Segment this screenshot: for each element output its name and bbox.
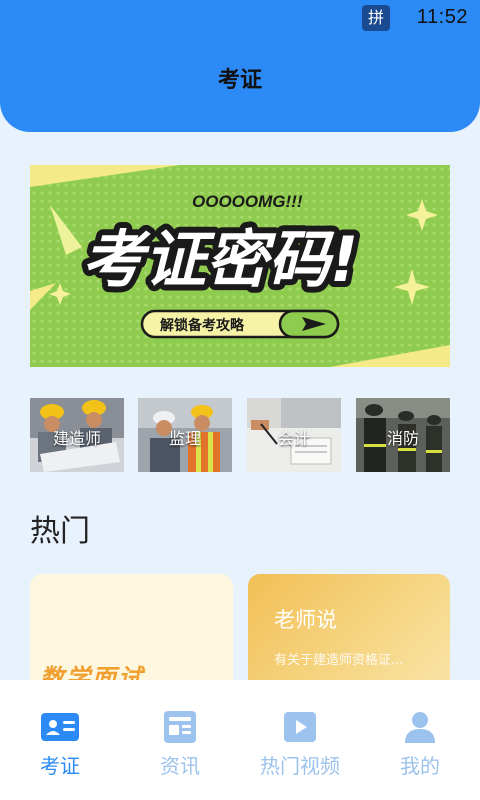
bottom-navigation: 考证 资讯 热门视频 我的 bbox=[0, 680, 480, 800]
promo-banner[interactable]: OOOOOMG!!! 考证密码! 考证密码! 解锁备考攻略 bbox=[30, 165, 450, 367]
video-play-icon bbox=[284, 712, 316, 742]
ime-indicator: 拼 bbox=[362, 5, 390, 31]
app-header: 拼 11:52 考证 bbox=[0, 0, 480, 132]
category-label: 监理 bbox=[168, 429, 201, 448]
status-bar: 拼 11:52 bbox=[0, 0, 480, 36]
section-title-hot: 热门 bbox=[30, 514, 90, 549]
nav-label: 资讯 bbox=[160, 754, 200, 778]
category-row: 建造师 监理 会计 消防 bbox=[30, 398, 450, 472]
card-subtitle: 有关于建造师资格证... bbox=[274, 653, 404, 668]
nav-label: 我的 bbox=[400, 754, 440, 778]
banner-tag: OOOOOMG!!! bbox=[192, 192, 303, 211]
banner-headline: 考证密码! bbox=[82, 223, 358, 296]
card-title: 老师说 bbox=[274, 608, 337, 632]
category-label: 会计 bbox=[277, 429, 310, 448]
banner-artwork: OOOOOMG!!! 考证密码! 考证密码! 解锁备考攻略 bbox=[30, 165, 450, 367]
category-tile-accounting[interactable]: 会计 bbox=[247, 398, 341, 472]
news-icon bbox=[164, 711, 196, 743]
status-time: 11:52 bbox=[416, 6, 468, 28]
category-label: 建造师 bbox=[52, 429, 101, 448]
nav-label: 热门视频 bbox=[260, 754, 340, 778]
category-label: 消防 bbox=[386, 429, 419, 448]
category-tile-supervision[interactable]: 监理 bbox=[138, 398, 232, 472]
page-title: 考证 bbox=[217, 68, 262, 93]
banner-button-label: 解锁备考攻略 bbox=[160, 317, 245, 334]
category-tile-fire[interactable]: 消防 bbox=[356, 398, 450, 472]
nav-item-certificate[interactable]: 考证 bbox=[0, 680, 120, 800]
id-card-icon bbox=[41, 713, 79, 741]
nav-item-mine[interactable]: 我的 bbox=[360, 680, 480, 800]
nav-item-hot-videos[interactable]: 热门视频 bbox=[240, 680, 360, 800]
nav-item-news[interactable]: 资讯 bbox=[120, 680, 240, 800]
nav-label: 考证 bbox=[40, 754, 80, 778]
category-tile-architect[interactable]: 建造师 bbox=[30, 398, 124, 472]
user-icon bbox=[405, 712, 435, 743]
